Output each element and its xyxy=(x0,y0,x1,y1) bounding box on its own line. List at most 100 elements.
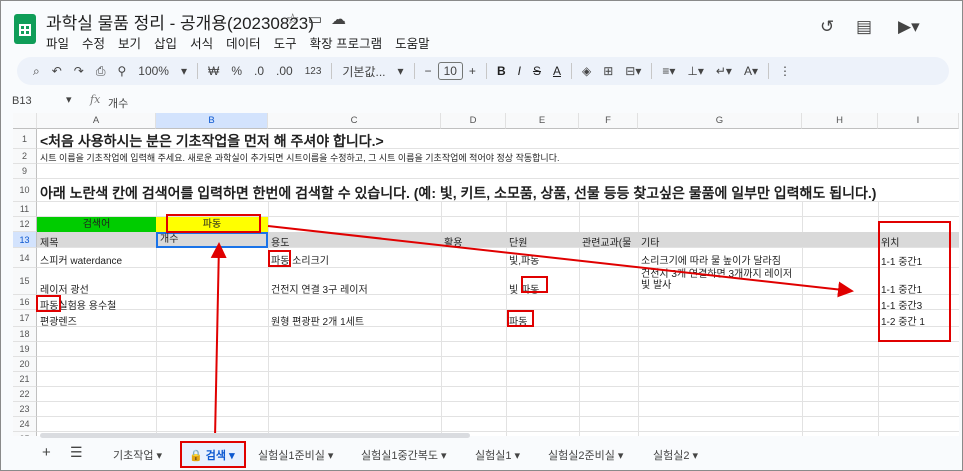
column-header-f[interactable]: F xyxy=(579,113,638,129)
column-header-g[interactable]: G xyxy=(638,113,802,129)
row-header[interactable]: 17 xyxy=(13,310,37,327)
search-instruction[interactable]: 아래 노란색 칸에 검색어를 입력하면 한번에 검색할 수 있습니다. (예: … xyxy=(40,183,876,203)
header-unit[interactable]: 단원 xyxy=(509,234,527,249)
column-header-a[interactable]: A xyxy=(37,113,156,129)
font-size-input[interactable]: 10 xyxy=(437,62,463,80)
tab-lab1[interactable]: 실험실1 ▾ xyxy=(475,447,520,463)
row-header[interactable]: 25 xyxy=(13,432,37,436)
move-folder-icon[interactable]: ▭ xyxy=(308,10,322,28)
row-header[interactable]: 1 xyxy=(13,129,37,149)
column-header-h[interactable]: H xyxy=(802,113,878,129)
comment-icon[interactable]: ▤ xyxy=(856,17,872,37)
decrease-decimal-button[interactable]: .0 xyxy=(254,64,264,78)
all-sheets-icon[interactable]: ☰ xyxy=(70,444,83,461)
paint-format-icon[interactable]: ⚲ xyxy=(117,64,126,78)
chevron-down-icon[interactable]: ▾ xyxy=(398,64,404,78)
name-box[interactable]: B13 xyxy=(12,95,32,107)
row-header[interactable]: 22 xyxy=(13,387,37,402)
column-header-d[interactable]: D xyxy=(441,113,506,129)
header-title[interactable]: 제목 xyxy=(40,234,58,249)
row-header[interactable]: 14 xyxy=(13,248,37,268)
text-rotation-icon[interactable]: A▾ xyxy=(744,64,758,78)
tab-lab1-hallway[interactable]: 실험실1중간복도 ▾ xyxy=(361,447,447,463)
row-header[interactable]: 12 xyxy=(13,217,37,232)
menu-file[interactable]: 파일 xyxy=(46,33,69,52)
tab-search[interactable]: 🔒 검색 ▾ xyxy=(189,447,235,463)
row-header[interactable]: 15 xyxy=(13,268,37,295)
undo-icon[interactable]: ↶ xyxy=(52,64,62,78)
tab-basic[interactable]: 기초작업 ▾ xyxy=(113,447,162,463)
currency-button[interactable]: ₩ xyxy=(208,64,219,78)
document-title[interactable]: 과학실 물품 정리 - 공개용(20230823) xyxy=(46,9,314,34)
bold-button[interactable]: B xyxy=(497,64,506,78)
row-header[interactable]: 24 xyxy=(13,417,37,432)
align-left-icon[interactable]: ≡▾ xyxy=(662,64,675,78)
print-icon[interactable]: ⎙ xyxy=(96,64,106,79)
header-usage[interactable]: 용도 xyxy=(271,234,289,249)
menu-data[interactable]: 데이터 xyxy=(226,33,261,52)
row-header[interactable]: 20 xyxy=(13,357,37,372)
history-icon[interactable]: ↺ xyxy=(820,17,834,37)
percent-button[interactable]: % xyxy=(231,64,242,78)
row-header[interactable]: 11 xyxy=(13,202,37,217)
select-all-corner[interactable] xyxy=(13,113,37,129)
cell-unit[interactable]: 빛,파동 xyxy=(509,252,539,267)
row-header[interactable]: 23 xyxy=(13,402,37,417)
instruction-text[interactable]: 시트 이름을 기초작업에 입력해 주세요. 새로운 과학실이 추가되면 시트이름… xyxy=(40,151,559,164)
menu-edit[interactable]: 수정 xyxy=(82,33,105,52)
column-header-i[interactable]: I xyxy=(878,113,959,129)
add-sheet-icon[interactable]: + xyxy=(42,444,51,461)
column-header-c[interactable]: C xyxy=(268,113,441,129)
cell-usage[interactable]: 건전지 연결 3구 레이저 xyxy=(271,281,368,296)
column-header-b[interactable]: B xyxy=(156,113,268,129)
borders-icon[interactable]: ⊞ xyxy=(603,64,613,78)
cell-title[interactable]: 스피커 waterdance xyxy=(40,252,122,267)
menu-view[interactable]: 보기 xyxy=(118,33,141,52)
strikethrough-button[interactable]: S xyxy=(533,64,541,78)
row-header[interactable]: 21 xyxy=(13,372,37,387)
cell-etc[interactable]: 건전지 3개 연결하면 3개까지 레이저 빛 발사 xyxy=(641,269,801,291)
horizontal-scrollbar[interactable] xyxy=(40,433,470,438)
row-header[interactable]: 10 xyxy=(13,179,37,202)
zoom-select[interactable]: 100% xyxy=(138,64,169,78)
row-header[interactable]: 2 xyxy=(13,149,37,164)
row-header[interactable]: 9 xyxy=(13,164,37,179)
merge-cells-icon[interactable]: ⊟▾ xyxy=(625,64,641,78)
row-header[interactable]: 13 xyxy=(13,232,37,248)
redo-icon[interactable]: ↷ xyxy=(74,64,84,78)
meet-icon[interactable]: ▶▾ xyxy=(898,17,920,37)
vertical-align-icon[interactable]: ⊥▾ xyxy=(687,64,703,78)
font-select[interactable]: 기본값... xyxy=(342,63,385,80)
cell-etc[interactable]: 소리크기에 따라 물 높이가 달라짐 xyxy=(641,252,781,267)
formula-input[interactable]: 개수 xyxy=(108,95,128,111)
menu-format[interactable]: 서식 xyxy=(190,33,213,52)
chevron-down-icon[interactable]: ▾ xyxy=(66,93,72,106)
header-count-selected[interactable]: 개수 xyxy=(156,232,268,248)
header-etc[interactable]: 기타 xyxy=(641,234,659,249)
menu-tools[interactable]: 도구 xyxy=(274,33,297,52)
fill-color-icon[interactable]: ◈ xyxy=(582,64,591,78)
cell-usage[interactable]: 원형 편광판 2개 1세트 xyxy=(271,313,364,328)
spreadsheet-grid[interactable]: A B C D E F G H I 1 2 9 10 11 12 13 14 1… xyxy=(13,113,959,436)
instruction-heading[interactable]: <처음 사용하시는 분은 기초작업을 먼저 해 주셔야 합니다.> xyxy=(40,131,384,151)
more-icon[interactable]: ⋮ xyxy=(779,64,791,78)
star-icon[interactable]: ☆ xyxy=(286,10,299,28)
header-subject[interactable]: 관련교과(물 xyxy=(582,234,631,249)
tab-lab1-prep[interactable]: 실험실1준비실 ▾ xyxy=(258,447,333,463)
column-header-e[interactable]: E xyxy=(506,113,579,129)
cell-title[interactable]: 편광렌즈 xyxy=(40,313,77,328)
cell-title[interactable]: 레이저 광선 xyxy=(40,281,89,296)
italic-button[interactable]: I xyxy=(518,64,521,78)
cloud-status-icon[interactable]: ☁ xyxy=(331,10,346,28)
chevron-down-icon[interactable]: ▾ xyxy=(181,64,187,78)
menu-help[interactable]: 도움말 xyxy=(395,33,430,52)
plus-icon[interactable]: + xyxy=(469,64,476,78)
menu-extensions[interactable]: 확장 프로그램 xyxy=(310,33,382,52)
row-header[interactable]: 16 xyxy=(13,295,37,310)
tab-lab2-prep[interactable]: 실험실2준비실 ▾ xyxy=(548,447,623,463)
minus-icon[interactable]: − xyxy=(425,64,432,78)
search-menus-icon[interactable]: ⌕ xyxy=(33,64,40,79)
increase-decimal-button[interactable]: .00 xyxy=(276,64,293,78)
search-label-cell[interactable]: 검색어 xyxy=(37,217,156,232)
menu-insert[interactable]: 삽입 xyxy=(154,33,177,52)
